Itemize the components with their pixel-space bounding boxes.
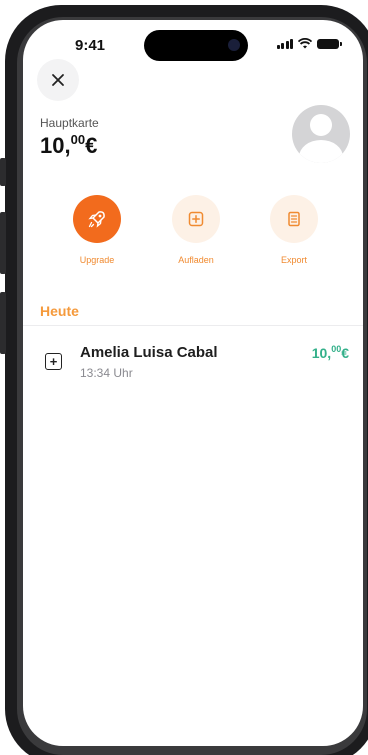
avatar[interactable]	[292, 105, 350, 163]
document-icon	[288, 211, 300, 227]
status-icons	[276, 38, 342, 49]
aufladen-action[interactable]: Aufladen	[156, 195, 236, 265]
dynamic-island	[144, 30, 248, 61]
front-camera	[228, 39, 240, 51]
status-time: 9:41	[75, 37, 106, 54]
close-button[interactable]	[37, 59, 79, 101]
avatar-body-shape	[299, 140, 343, 163]
export-action[interactable]: Export	[254, 195, 334, 265]
app-screen: 9:41 Hauptkarte 10,00€ Upgrade Aufladen …	[23, 20, 363, 746]
volume-down-button	[0, 292, 6, 354]
aufladen-label: Aufladen	[178, 255, 214, 265]
signal-icon	[276, 38, 293, 49]
card-label: Hauptkarte	[40, 116, 99, 130]
plus-square-icon	[188, 211, 204, 227]
upgrade-action[interactable]: Upgrade	[57, 195, 137, 265]
wifi-icon	[298, 38, 312, 49]
section-divider	[23, 325, 363, 326]
avatar-head-shape	[310, 114, 332, 136]
upgrade-label: Upgrade	[79, 255, 115, 265]
close-icon	[52, 74, 64, 86]
export-label: Export	[280, 255, 307, 265]
export-button[interactable]	[270, 195, 318, 243]
battery-icon	[317, 38, 342, 49]
transaction-time: 13:34 Uhr	[80, 366, 133, 380]
aufladen-button[interactable]	[172, 195, 220, 243]
balance-amount: 10,00€	[40, 132, 98, 158]
transaction-name: Amelia Luisa Cabal	[80, 344, 218, 361]
transaction-amount: 10,00€	[311, 344, 349, 361]
upgrade-button[interactable]	[73, 195, 121, 243]
plus-square-icon: +	[45, 353, 62, 370]
rocket-icon	[88, 211, 105, 228]
mute-switch	[0, 158, 6, 186]
volume-up-button	[0, 212, 6, 274]
section-title-today: Heute	[40, 303, 79, 319]
